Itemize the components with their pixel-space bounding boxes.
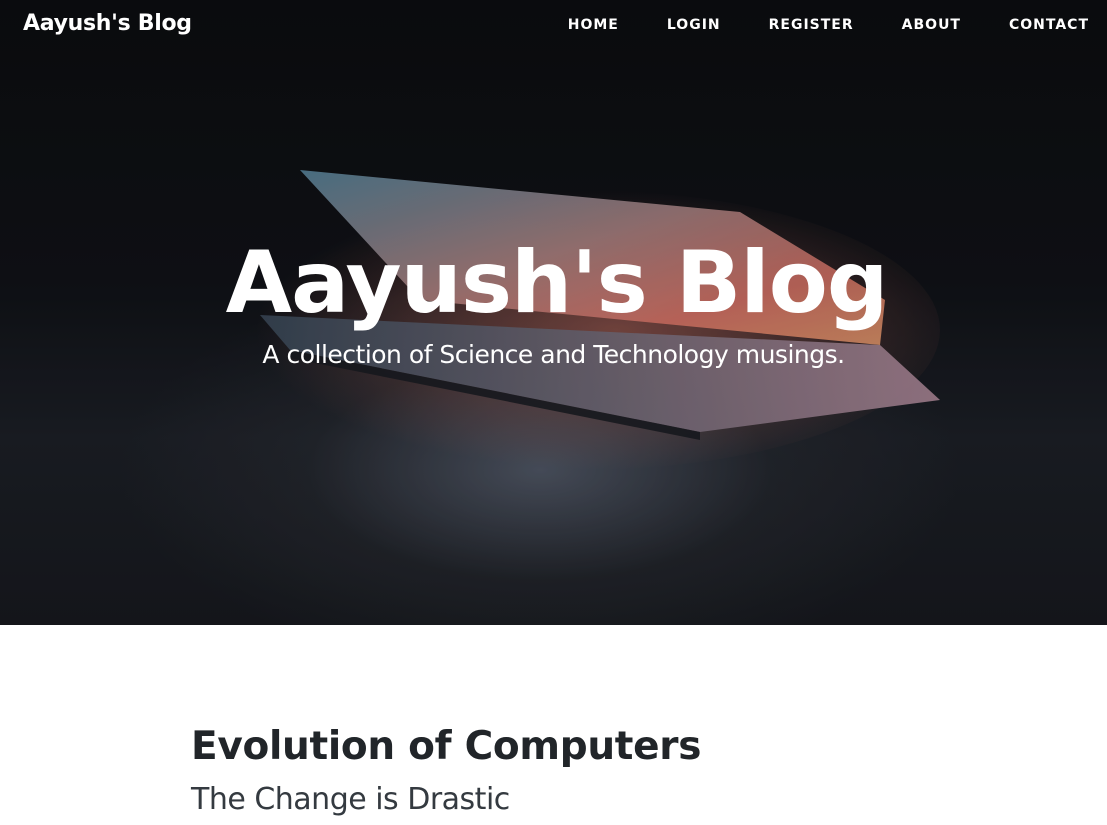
nav-register-link[interactable]: REGISTER bbox=[769, 17, 854, 33]
brand-link[interactable]: Aayush's Blog bbox=[23, 11, 192, 36]
post-subtitle: The Change is Drastic bbox=[191, 782, 510, 817]
nav-about-link[interactable]: ABOUT bbox=[902, 17, 961, 33]
site-subtitle: A collection of Science and Technology m… bbox=[262, 340, 845, 369]
nav-contact-link[interactable]: CONTACT bbox=[1009, 17, 1089, 33]
site-title: Aayush's Blog bbox=[225, 233, 889, 333]
hero-header: Aayush's Blog HOME LOGIN REGISTER ABOUT … bbox=[0, 0, 1107, 625]
post-preview[interactable]: Evolution of Computers The Change is Dra… bbox=[191, 722, 931, 822]
post-title[interactable]: Evolution of Computers bbox=[191, 722, 931, 772]
navbar: Aayush's Blog HOME LOGIN REGISTER ABOUT … bbox=[0, 0, 1107, 54]
nav-links: HOME LOGIN REGISTER ABOUT CONTACT bbox=[520, 17, 1089, 33]
nav-home-link[interactable]: HOME bbox=[568, 17, 619, 33]
nav-login-link[interactable]: LOGIN bbox=[667, 17, 721, 33]
site-heading: Aayush's Blog A collection of Science an… bbox=[0, 228, 1107, 369]
